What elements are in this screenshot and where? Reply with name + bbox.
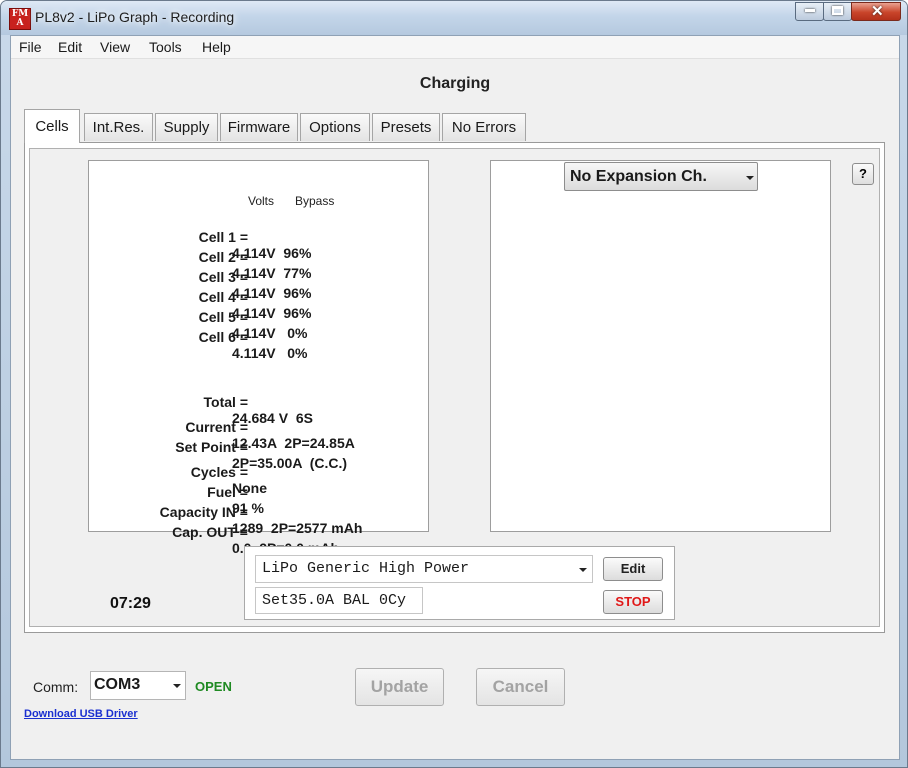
minimize-icon <box>805 9 815 12</box>
cell-label: Cell 6 = <box>198 329 248 345</box>
profile-select[interactable]: LiPo Generic High Power <box>255 555 593 583</box>
menu-help[interactable]: Help <box>202 39 231 55</box>
close-button[interactable]: ✕ <box>851 2 901 21</box>
chevron-down-icon <box>579 568 587 572</box>
help-button[interactable]: ? <box>852 163 874 185</box>
cell-readout-panel: Volts Bypass Cell 1 = 4.114V 96% Cell 2 … <box>88 160 429 556</box>
tab-presets[interactable]: Presets <box>372 113 440 141</box>
cell-value: 4.114V 0% <box>232 345 308 361</box>
comm-port-value: COM3 <box>94 676 141 693</box>
tab-cells[interactable]: Cells <box>24 109 80 143</box>
tab-supply[interactable]: Supply <box>155 113 218 141</box>
menu-view[interactable]: View <box>100 39 130 55</box>
stat-label: Cap. OUT = <box>172 524 248 540</box>
app-logo-icon: FM A <box>9 8 31 30</box>
profile-summary-text: Set35.0A BAL 0Cy <box>262 592 407 609</box>
volts-column-header: Volts <box>248 194 275 208</box>
elapsed-time: 07:29 <box>110 595 151 612</box>
chevron-down-icon <box>173 684 181 688</box>
profile-summary-field: Set35.0A BAL 0Cy <box>255 587 423 614</box>
cells-tab-panel: Volts Bypass Cell 1 = 4.114V 96% Cell 2 … <box>24 142 885 633</box>
minimize-button[interactable] <box>795 2 824 21</box>
menu-tools[interactable]: Tools <box>149 39 182 55</box>
tab-content: Volts Bypass Cell 1 = 4.114V 96% Cell 2 … <box>29 148 880 627</box>
connection-status: OPEN <box>195 679 232 694</box>
maximize-button[interactable] <box>823 2 852 21</box>
cell-row: Cell 6 = 4.114V 0% <box>89 313 428 377</box>
status-heading: Charging <box>419 75 491 92</box>
tab-options[interactable]: Options <box>300 113 370 141</box>
stop-button[interactable]: STOP <box>603 590 663 614</box>
expansion-channel-dropdown[interactable]: No Expansion Ch. <box>564 162 758 191</box>
window-title: PL8v2 - LiPo Graph - Recording <box>35 9 235 25</box>
app-window: FM A PL8v2 - LiPo Graph - Recording ✕ Fil… <box>0 0 908 768</box>
update-button[interactable]: Update <box>355 668 444 706</box>
comm-label: Comm: <box>33 679 79 695</box>
window-controls: ✕ <box>795 2 901 21</box>
tab-firmware[interactable]: Firmware <box>220 113 298 141</box>
client-area: File Edit View Tools Help Charging Cells… <box>10 35 900 760</box>
expansion-channel-value: No Expansion Ch. <box>570 168 707 185</box>
chevron-down-icon <box>746 176 754 180</box>
edit-profile-button[interactable]: Edit <box>603 557 663 581</box>
tab-errors[interactable]: No Errors <box>442 113 526 141</box>
maximize-icon <box>832 6 843 15</box>
profile-select-value: LiPo Generic High Power <box>262 560 470 577</box>
menu-bar: File Edit View Tools Help <box>11 36 899 59</box>
expansion-panel: No Expansion Ch. <box>490 160 831 532</box>
tab-int-res[interactable]: Int.Res. <box>84 113 153 141</box>
comm-port-select[interactable]: COM3 <box>90 671 186 700</box>
download-usb-driver-link[interactable]: Download USB Driver <box>24 708 138 720</box>
close-icon: ✕ <box>871 3 884 20</box>
title-bar[interactable]: FM A PL8v2 - LiPo Graph - Recording ✕ <box>1 1 907 35</box>
cancel-button[interactable]: Cancel <box>476 668 565 706</box>
charge-profile-panel: LiPo Generic High Power Set35.0A BAL 0Cy… <box>244 546 675 620</box>
menu-edit[interactable]: Edit <box>58 39 82 55</box>
bypass-column-header: Bypass <box>295 194 335 208</box>
menu-file[interactable]: File <box>19 39 42 55</box>
